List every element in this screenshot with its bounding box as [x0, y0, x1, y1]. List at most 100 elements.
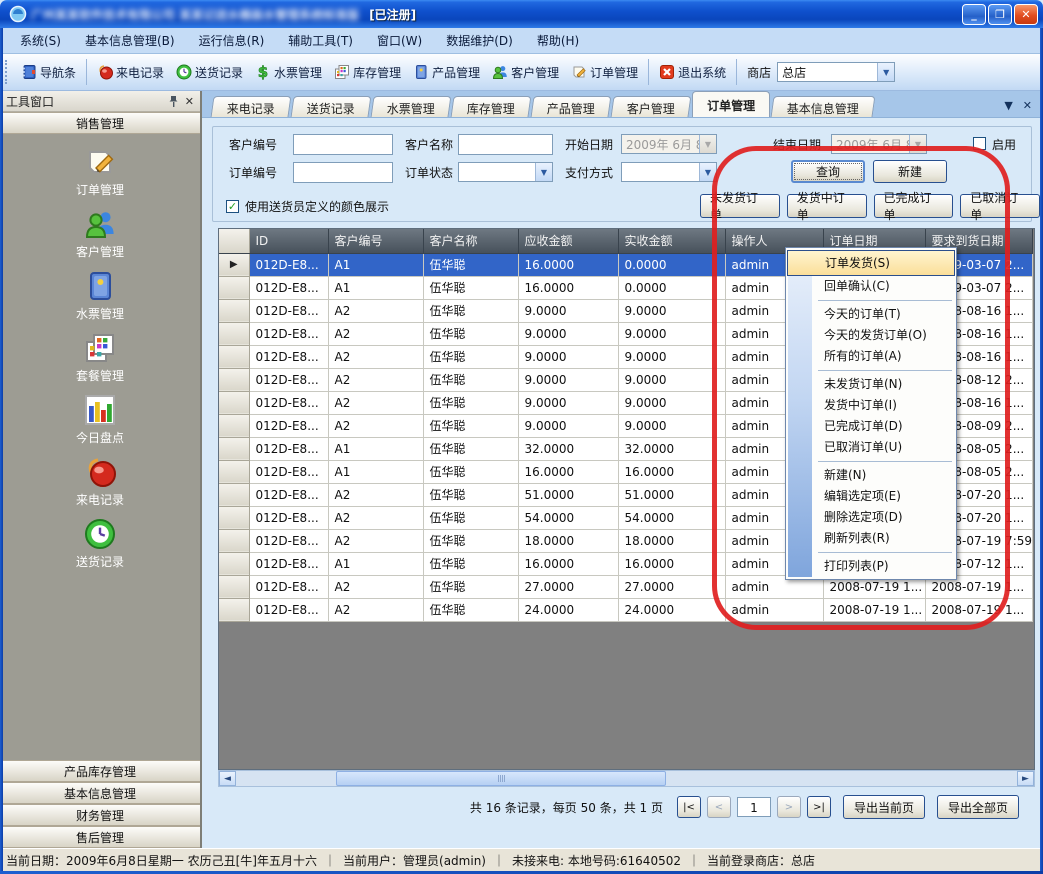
enable-checkbox[interactable] [973, 137, 986, 150]
column-header[interactable]: 应收金额 [518, 229, 618, 253]
row-marker-cell[interactable] [219, 299, 249, 322]
toolbar-product-button[interactable]: 产品管理 [407, 61, 486, 84]
row-marker-cell[interactable] [219, 368, 249, 391]
minimize-button[interactable]: _ [962, 4, 986, 25]
context-menu-item[interactable]: 今天的发货订单(O) [786, 325, 956, 346]
context-menu-item[interactable]: 所有的订单(A) [786, 346, 956, 367]
row-marker-cell[interactable] [219, 575, 249, 598]
export-current-page-button[interactable]: 导出当前页 [843, 795, 925, 819]
context-menu-item[interactable]: 编辑选定项(E) [786, 486, 956, 507]
tab-送货记录[interactable]: 送货记录 [291, 96, 372, 117]
first-page-button[interactable]: |< [677, 796, 701, 818]
pay-method-select[interactable]: ▼ [621, 162, 717, 182]
scroll-right-icon[interactable]: ► [1017, 771, 1034, 786]
sidebar-item-today-stocktake[interactable]: 今日盘点 [0, 394, 200, 446]
row-marker-cell[interactable] [219, 483, 249, 506]
menubar-item[interactable]: 运行信息(R) [187, 28, 277, 53]
pin-icon[interactable] [168, 95, 179, 108]
sidebar-section-sales[interactable]: 销售管理 [0, 112, 200, 134]
close-button[interactable]: ✕ [1014, 4, 1038, 25]
scroll-left-icon[interactable]: ◄ [219, 771, 236, 786]
row-marker-cell[interactable] [219, 391, 249, 414]
menubar-item[interactable]: 数据维护(D) [434, 28, 525, 53]
shop-select[interactable]: 总店 ▼ [777, 62, 895, 82]
toolbar-inventory-button[interactable]: 库存管理 [328, 61, 407, 84]
status-filter-button[interactable]: 未发货订单 [700, 194, 780, 218]
sidebar-section-basic-info[interactable]: 基本信息管理 [0, 782, 200, 804]
tool-window-close-icon[interactable]: ✕ [185, 95, 194, 108]
customer-name-input[interactable] [458, 134, 553, 155]
sidebar-item-package-mgmt[interactable]: 套餐管理 [0, 332, 200, 384]
color-display-checkbox[interactable]: ✓ [226, 200, 239, 213]
menubar-item[interactable]: 窗口(W) [365, 28, 434, 53]
status-filter-button[interactable]: 已完成订单 [874, 194, 954, 218]
toolbar-customer-button[interactable]: 客户管理 [486, 61, 565, 84]
context-menu-item[interactable]: 发货中订单(I) [786, 395, 956, 416]
tab-订单管理[interactable]: 订单管理 [692, 91, 770, 117]
column-header[interactable]: 实收金额 [618, 229, 725, 253]
sidebar-item-order-mgmt[interactable]: 订单管理 [0, 146, 200, 198]
sidebar-item-water-ticket-mgmt[interactable]: 水票管理 [0, 270, 200, 322]
toolbar-water-ticket-button[interactable]: $ 水票管理 [249, 61, 328, 84]
context-menu-item[interactable]: 订单发货(S) [787, 250, 955, 276]
status-filter-button[interactable]: 发货中订单 [787, 194, 867, 218]
chevron-down-icon[interactable]: ▼ [535, 163, 552, 181]
end-date-picker[interactable]: 2009年 6月 8日 ▼ [831, 134, 927, 154]
sidebar-item-customer-mgmt[interactable]: 客户管理 [0, 208, 200, 260]
chevron-down-icon[interactable]: ▼ [699, 163, 716, 181]
query-button[interactable]: 查询 [791, 160, 865, 183]
sidebar-section-finance[interactable]: 财务管理 [0, 804, 200, 826]
maximize-button[interactable]: ❐ [988, 4, 1012, 25]
toolbar-exit-button[interactable]: 退出系统 [653, 61, 732, 84]
status-filter-button[interactable]: 已取消订单 [960, 194, 1040, 218]
tab-产品管理[interactable]: 产品管理 [531, 96, 612, 117]
table-row[interactable]: 012D-E8...A2伍华聪24.000024.0000admin2008-0… [219, 598, 1032, 621]
row-marker-cell[interactable] [219, 322, 249, 345]
order-no-input[interactable] [293, 162, 393, 183]
toolbar-order-button[interactable]: 订单管理 [565, 61, 644, 84]
tab-客户管理[interactable]: 客户管理 [611, 96, 692, 117]
row-marker-cell[interactable] [219, 437, 249, 460]
context-menu-item[interactable]: 已取消订单(U) [786, 437, 956, 458]
context-menu-item[interactable]: 新建(N) [786, 465, 956, 486]
menubar-item[interactable]: 基本信息管理(B) [73, 28, 187, 53]
sidebar-item-delivery-records[interactable]: 送货记录 [0, 518, 200, 570]
row-marker-cell[interactable] [219, 276, 249, 299]
row-marker-cell[interactable] [219, 552, 249, 575]
next-page-button[interactable]: > [777, 796, 801, 818]
menubar-item[interactable]: 辅助工具(T) [276, 28, 365, 53]
tab-水票管理[interactable]: 水票管理 [371, 96, 452, 117]
context-menu-item[interactable]: 刷新列表(R) [786, 528, 956, 549]
tab-来电记录[interactable]: 来电记录 [211, 96, 292, 117]
row-marker-cell[interactable] [219, 529, 249, 552]
tab-基本信息管理[interactable]: 基本信息管理 [771, 96, 876, 117]
tab-list-dropdown-icon[interactable]: ▼ [1004, 99, 1012, 112]
context-menu-item[interactable]: 已完成订单(D) [786, 416, 956, 437]
context-menu-item[interactable]: 删除选定项(D) [786, 507, 956, 528]
prev-page-button[interactable]: < [707, 796, 731, 818]
order-status-select[interactable]: ▼ [458, 162, 553, 182]
new-button[interactable]: 新建 [873, 160, 947, 183]
column-header[interactable]: 客户编号 [328, 229, 423, 253]
context-menu-item[interactable]: 回单确认(C) [786, 276, 956, 297]
column-header[interactable]: ID [249, 229, 328, 253]
context-menu-item[interactable]: 打印列表(P) [786, 556, 956, 577]
row-marker-cell[interactable]: ▶ [219, 253, 249, 276]
export-all-pages-button[interactable]: 导出全部页 [937, 795, 1019, 819]
sidebar-section-after-sales[interactable]: 售后管理 [0, 826, 200, 848]
row-marker-cell[interactable] [219, 414, 249, 437]
toolbar-call-records-button[interactable]: 来电记录 [91, 61, 170, 84]
menubar-item[interactable]: 系统(S) [8, 28, 73, 53]
menubar-item[interactable]: 帮助(H) [525, 28, 591, 53]
row-marker-cell[interactable] [219, 598, 249, 621]
toolbar-nav-button[interactable]: 导航条 [15, 61, 82, 84]
scrollbar-track[interactable] [236, 771, 1017, 786]
scrollbar-thumb[interactable] [336, 771, 666, 786]
last-page-button[interactable]: >| [807, 796, 831, 818]
sidebar-item-call-records[interactable]: 来电记录 [0, 456, 200, 508]
row-marker-cell[interactable] [219, 506, 249, 529]
tab-库存管理[interactable]: 库存管理 [451, 96, 532, 117]
horizontal-scrollbar[interactable]: ◄ ► [218, 770, 1035, 787]
context-menu-item[interactable]: 今天的订单(T) [786, 304, 956, 325]
customer-no-input[interactable] [293, 134, 393, 155]
